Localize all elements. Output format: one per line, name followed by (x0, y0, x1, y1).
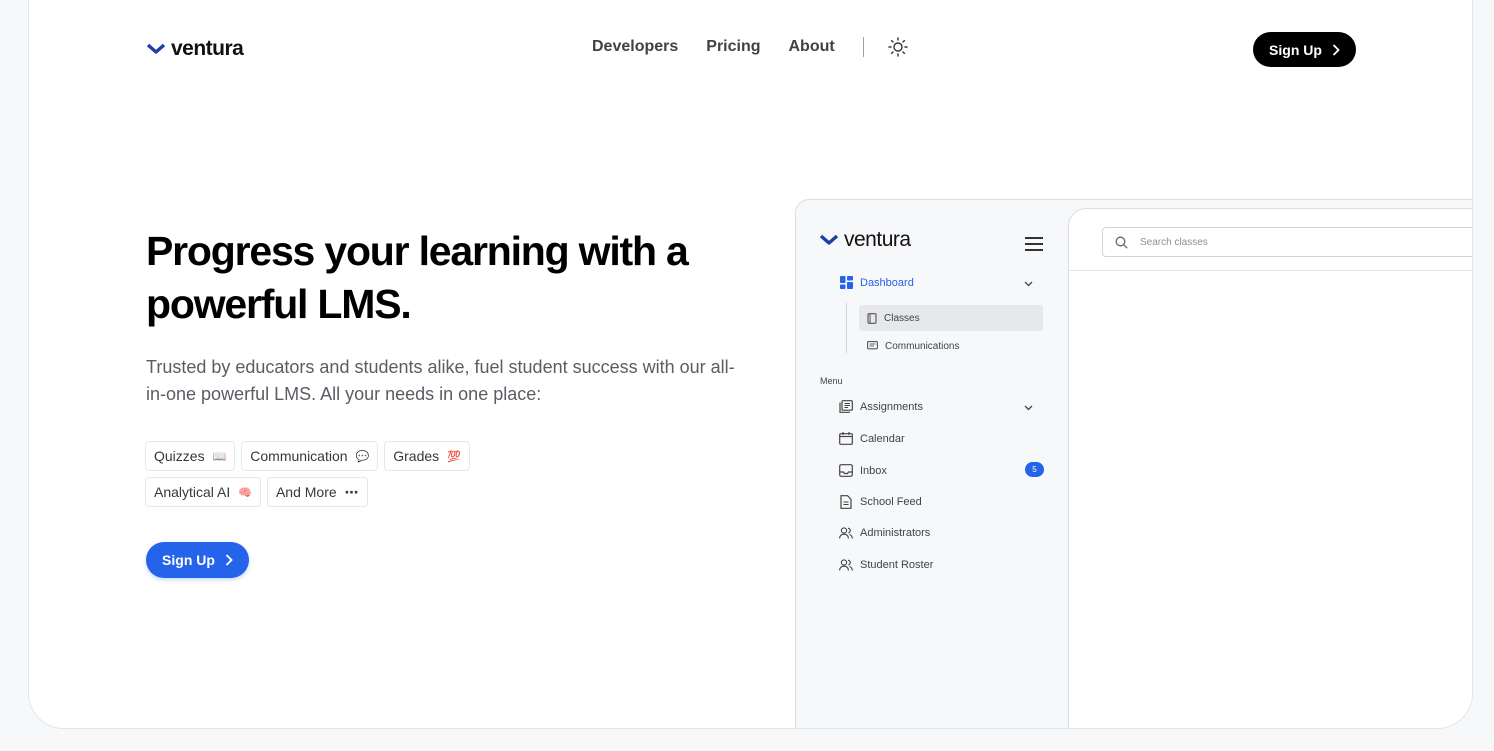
sidebar-item-label: Administrators (860, 527, 931, 539)
menu-section-label: Menu (820, 376, 843, 386)
nav-divider (862, 37, 864, 57)
brand-name: ventura (171, 37, 244, 60)
sidebar-item-dashboard[interactable]: Dashboard (840, 276, 914, 289)
message-icon (867, 341, 878, 350)
tag-label: Grades (393, 448, 440, 464)
tag-grades: Grades 💯 (384, 441, 470, 471)
nav-about[interactable]: About (789, 38, 835, 56)
sidebar-item-label: Dashboard (860, 276, 914, 289)
preview-brand-logo: ventura (820, 228, 911, 252)
sidebar-subitem-label: Classes (884, 312, 920, 324)
tag-communication: Communication 💬 (241, 441, 379, 471)
book-icon: 📖 (212, 450, 227, 463)
tag-label: And More (275, 484, 337, 500)
preview-main-panel (1068, 208, 1472, 728)
sidebar-subitem-communications[interactable]: Communications (859, 333, 1043, 359)
search-icon (1115, 236, 1128, 249)
speech-bubble-icon: 💬 (355, 450, 370, 463)
sidebar-item-school-feed[interactable]: School Feed (839, 495, 922, 509)
landing-card: ventura Developers Pricing About Sign Up… (28, 0, 1473, 729)
sidebar-item-label: School Feed (860, 496, 922, 508)
header-signup-button[interactable]: Sign Up (1253, 32, 1356, 67)
sidebar-item-calendar[interactable]: Calendar (839, 432, 905, 445)
ellipsis-icon: ⋯ (344, 483, 359, 500)
main-nav: Developers Pricing About (592, 37, 908, 57)
inbox-icon (839, 464, 853, 477)
submenu-line (846, 303, 847, 353)
tag-quizzes: Quizzes 📖 (145, 441, 236, 471)
tag-label: Quizzes (154, 448, 205, 464)
users-icon (839, 527, 853, 539)
tag-analytical-ai: Analytical AI 🧠 (145, 477, 261, 507)
chevron-logo-icon (820, 234, 838, 245)
sidebar-subitem-label: Communications (885, 340, 960, 352)
search-box (1102, 227, 1472, 257)
sidebar-item-administrators[interactable]: Administrators (839, 527, 930, 539)
hero-signup-label: Sign Up (162, 552, 215, 568)
brain-icon: 🧠 (238, 486, 252, 499)
sidebar-item-label: Student Roster (860, 559, 934, 571)
chevron-logo-icon (147, 43, 165, 54)
tag-label: Analytical AI (154, 484, 231, 500)
chevron-right-icon (1332, 43, 1340, 56)
feature-tags: Quizzes 📖 Communication 💬 Grades 💯 Analytic… (145, 441, 505, 507)
sidebar-item-label: Inbox (860, 464, 887, 477)
sun-icon[interactable] (888, 37, 908, 57)
sidebar-item-label: Assignments (860, 400, 923, 413)
hero-signup-button[interactable]: Sign Up (146, 542, 249, 578)
sidebar-item-label: Calendar (860, 432, 905, 445)
dashboard-icon (840, 276, 853, 289)
book-icon (867, 312, 877, 324)
brand-logo[interactable]: ventura (147, 37, 244, 61)
assignments-icon (839, 400, 853, 413)
sidebar-subitem-classes[interactable]: Classes (859, 305, 1043, 331)
chevron-right-icon (225, 554, 233, 566)
hero-subtitle: Trusted by educators and students alike,… (146, 357, 735, 404)
nav-developers[interactable]: Developers (592, 38, 678, 56)
app-preview: ventura Dashboard Classes Communications… (795, 199, 1472, 728)
search-input[interactable] (1140, 236, 1440, 248)
calendar-icon (839, 432, 853, 445)
users-icon (839, 559, 853, 571)
document-icon (840, 495, 852, 509)
preview-brand-name: ventura (844, 228, 911, 251)
tag-and-more: And More ⋯ (266, 477, 368, 507)
hamburger-menu-icon[interactable] (1025, 237, 1043, 251)
inbox-count-badge: 5 (1025, 462, 1044, 477)
hundred-points-icon: 💯 (447, 450, 461, 463)
chevron-down-icon[interactable] (1024, 281, 1033, 287)
preview-panel-header (1069, 209, 1472, 271)
header-signup-label: Sign Up (1269, 41, 1322, 58)
sidebar-item-assignments[interactable]: Assignments (839, 400, 923, 413)
tag-label: Communication (250, 448, 348, 464)
hero-title: Progress your learning with a powerful L… (146, 228, 689, 327)
sidebar-item-student-roster[interactable]: Student Roster (839, 559, 933, 571)
sidebar-item-inbox[interactable]: Inbox (839, 464, 887, 477)
nav-pricing[interactable]: Pricing (706, 38, 760, 56)
chevron-down-icon[interactable] (1024, 405, 1033, 411)
